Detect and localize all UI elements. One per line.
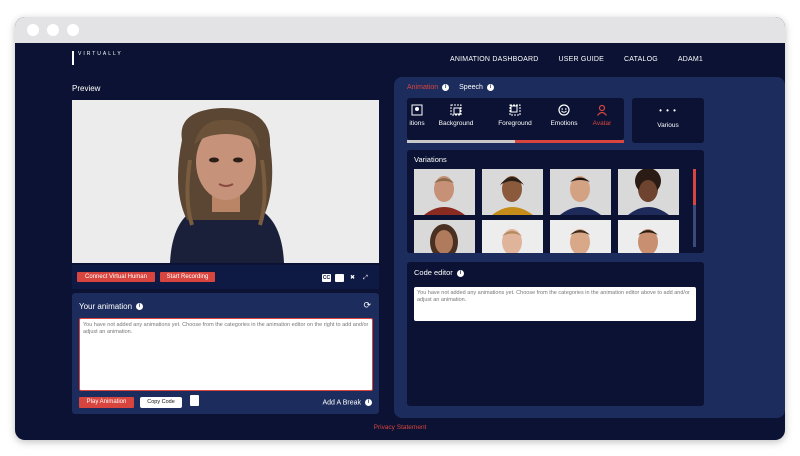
top-navbar: VIRTUALLY ANIMATION DASHBOARD USER GUIDE… <box>15 43 785 75</box>
variation-thumbnail[interactable] <box>550 220 611 253</box>
preview-heading: Preview <box>72 84 101 93</box>
editor-tabs: Animation i Speech i <box>407 84 494 91</box>
code-editor-title: Code editor <box>414 268 453 277</box>
various-button[interactable]: • • • Various <box>632 98 704 143</box>
more-dots-icon: • • • <box>659 106 677 115</box>
avatar-icon <box>597 104 607 116</box>
avatar-thumb-2 <box>482 169 543 215</box>
info-icon[interactable]: i <box>486 84 494 91</box>
avatar-illustration <box>72 100 379 263</box>
info-icon[interactable]: i <box>442 84 450 91</box>
logo-text: VIRTUALLY <box>78 51 123 57</box>
category-label: Avatar <box>592 120 612 127</box>
variation-thumbnail[interactable] <box>618 169 679 215</box>
browser-window: VIRTUALLY ANIMATION DASHBOARD USER GUIDE… <box>15 17 785 440</box>
avatar-thumb-6 <box>482 220 543 253</box>
nav-link-account[interactable]: ADAM1 <box>678 56 703 63</box>
emotions-icon <box>558 104 570 116</box>
avatar-preview <box>72 100 379 263</box>
avatar-thumb-4 <box>618 169 679 215</box>
privacy-statement-link[interactable]: Privacy Statement <box>15 424 785 431</box>
window-dot-close[interactable] <box>27 24 39 36</box>
your-animation-heading: Your animation i <box>79 302 144 311</box>
category-label: itions <box>409 120 425 127</box>
closed-captions-icon[interactable]: CC <box>322 274 331 282</box>
positions-icon <box>411 104 423 116</box>
category-label: Background <box>438 120 474 127</box>
refresh-icon[interactable]: ⟳ <box>363 300 371 311</box>
start-recording-button[interactable]: Start Recording <box>160 272 215 282</box>
tab-speech[interactable]: Speech i <box>459 84 494 91</box>
variation-thumbnail[interactable] <box>618 220 679 253</box>
avatar-thumb-1 <box>414 169 475 215</box>
category-foreground[interactable]: Foreground <box>492 104 538 127</box>
variations-scrollbar[interactable] <box>693 169 696 247</box>
nav-link-catalog[interactable]: CATALOG <box>624 56 658 63</box>
variations-scrollbar-thumb[interactable] <box>693 169 696 205</box>
avatar-thumb-3 <box>550 169 611 215</box>
variation-thumbnail[interactable] <box>550 169 611 215</box>
tab-animation[interactable]: Animation i <box>407 84 450 91</box>
info-icon[interactable]: i <box>136 303 144 311</box>
window-dot-maximize[interactable] <box>67 24 79 36</box>
code-editor-heading: Code editor i <box>414 268 464 277</box>
window-titlebar <box>15 17 785 43</box>
brand-logo[interactable]: VIRTUALLY <box>72 51 130 65</box>
nav-link-animation-dashboard[interactable]: ANIMATION DASHBOARD <box>450 56 538 63</box>
category-label: Foreground <box>498 120 532 127</box>
preview-controls: Connect Virtual Human Start Recording CC… <box>72 265 379 289</box>
add-break-control[interactable]: Add A Break i <box>322 399 372 406</box>
copy-code-button[interactable]: Copy Code <box>140 397 182 408</box>
nav-links: ANIMATION DASHBOARD USER GUIDE CATALOG A… <box>450 56 703 63</box>
animation-textarea[interactable]: You have not added any animations yet. C… <box>79 318 373 391</box>
tab-speech-label: Speech <box>459 84 483 91</box>
your-animation-panel: Your animation i ⟳ You have not added any… <box>72 293 379 414</box>
variations-panel: Variations <box>407 150 704 253</box>
various-label: Various <box>657 122 679 129</box>
variation-thumbnail[interactable] <box>482 220 543 253</box>
connect-virtual-human-button[interactable]: Connect Virtual Human <box>77 272 155 282</box>
variation-thumbnail[interactable] <box>482 169 543 215</box>
variations-heading: Variations <box>414 155 447 164</box>
window-dot-minimize[interactable] <box>47 24 59 36</box>
code-editor-textarea[interactable]: You have not added any animations yet. C… <box>414 287 696 321</box>
category-scroll-indicator[interactable] <box>407 140 624 143</box>
variation-thumbnail[interactable] <box>414 220 475 253</box>
background-icon <box>450 104 462 116</box>
category-avatar[interactable]: Avatar <box>587 104 617 127</box>
category-emotions[interactable]: Emotions <box>544 104 584 127</box>
file-icon[interactable] <box>190 395 199 406</box>
your-animation-title: Your animation <box>79 302 133 311</box>
avatar-thumb-5 <box>414 220 475 253</box>
play-animation-button[interactable]: Play Animation <box>79 397 134 408</box>
stop-square-icon[interactable] <box>335 274 344 282</box>
category-positions[interactable]: itions <box>407 104 429 127</box>
variation-thumbnail[interactable] <box>414 169 475 215</box>
mute-icon[interactable]: ✖ <box>348 274 357 282</box>
code-editor-panel: Code editor i You have not added any anim… <box>407 262 704 406</box>
category-scroll-fill <box>515 140 624 143</box>
fullscreen-icon[interactable]: ⤢ <box>361 274 370 282</box>
avatar-thumb-8 <box>618 220 679 253</box>
nav-link-user-guide[interactable]: USER GUIDE <box>558 56 604 63</box>
add-break-label: Add A Break <box>322 399 361 407</box>
avatar-thumb-7 <box>550 220 611 253</box>
foreground-icon <box>509 104 521 116</box>
tab-animation-label: Animation <box>407 84 439 91</box>
info-icon[interactable]: i <box>456 269 464 277</box>
category-label: Emotions <box>550 120 578 127</box>
category-background[interactable]: Background <box>433 104 479 127</box>
category-bar: itions Background Foreground Emotions Av… <box>407 98 624 140</box>
info-icon[interactable]: i <box>365 399 372 406</box>
